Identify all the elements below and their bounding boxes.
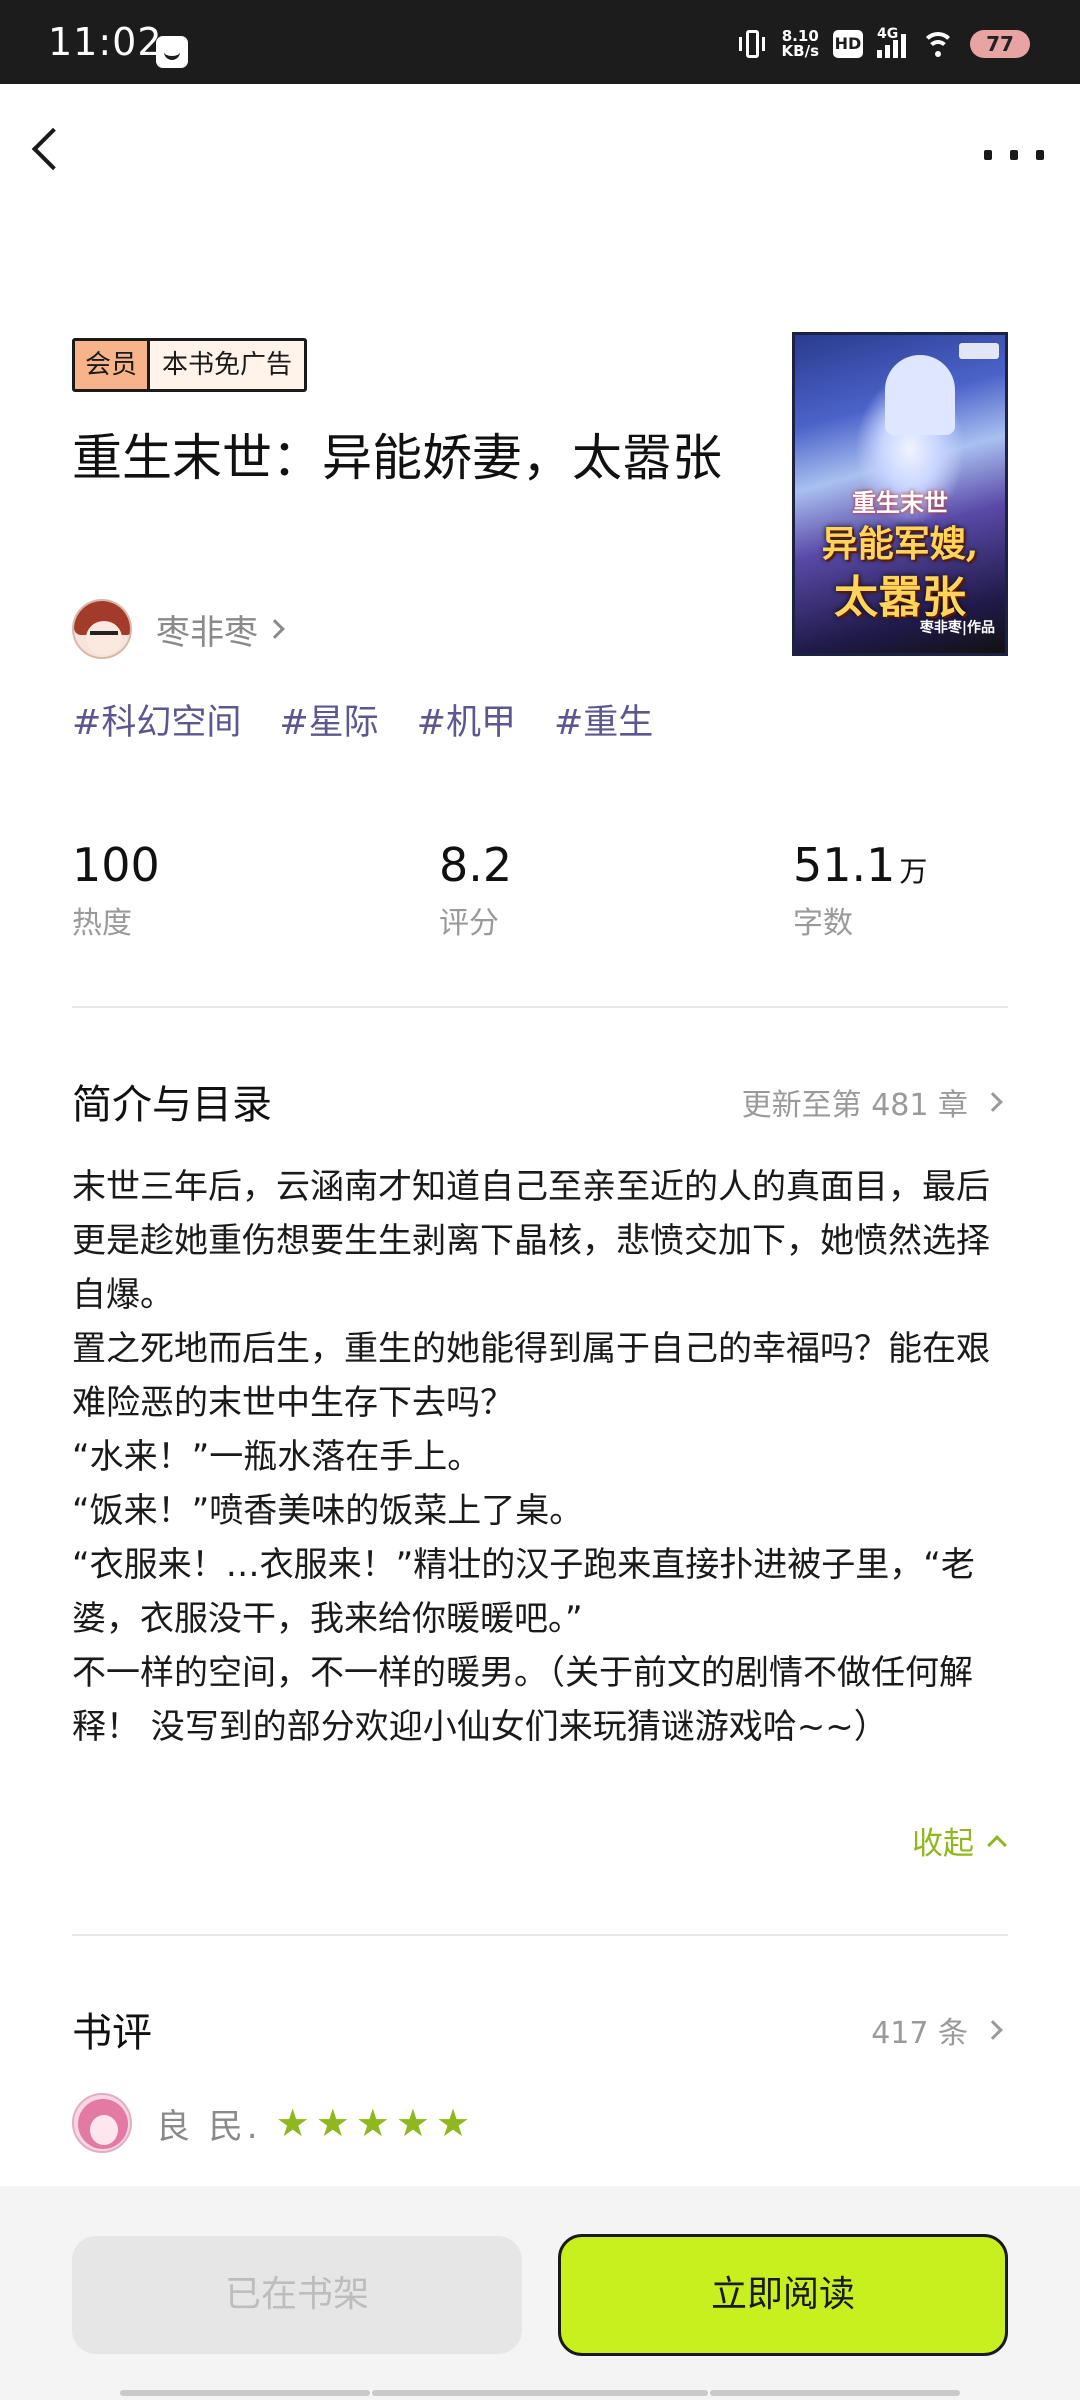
bottom-action-bar: 已在书架 立即阅读 xyxy=(0,2186,1080,2400)
more-options-icon[interactable] xyxy=(984,150,1044,162)
status-bar: 11:02 8.10 KB/s HD 4G 77 xyxy=(0,0,1080,84)
stat-label: 评分 xyxy=(439,906,499,941)
chevron-right-icon xyxy=(983,2020,1003,2040)
reviews-link[interactable]: 417 条 xyxy=(871,2008,1003,2052)
reviewer-avatar xyxy=(72,2093,132,2153)
book-title: 重生末世：异能娇妻，太嚣张 xyxy=(72,429,722,487)
synopsis-paragraph: “饭来！”喷香美味的饭菜上了桌。 xyxy=(72,1491,584,1531)
synopsis-paragraph: “水来！”一瓶水落在手上。 xyxy=(72,1437,482,1477)
intro-title: 简介与目录 xyxy=(72,1082,272,1128)
net-speed-unit: KB/s xyxy=(781,42,819,60)
rating-stars: ★ ★ ★ ★ ★ xyxy=(276,2104,470,2142)
wifi-icon xyxy=(920,30,956,58)
stat-word-count: 51.1 万 字数 xyxy=(793,838,927,942)
gesture-bar xyxy=(120,2390,370,2396)
battery-icon: 77 xyxy=(970,30,1030,58)
synopsis-paragraph: 置之死地而后生，重生的她能得到属于自己的幸福吗？能在艰难险恶的末世中生存下去吗？ xyxy=(72,1329,990,1423)
review-item[interactable]: 良 民. ★ ★ ★ ★ ★ xyxy=(72,2092,470,2154)
membership-badge: 会员 本书免广告 xyxy=(72,338,308,392)
badge-vip: 会员 xyxy=(75,341,151,389)
stat-value: 100 xyxy=(72,838,160,892)
synopsis-paragraph: “衣服来！…衣服来！”精壮的汉子跑来直接扑进被子里，“老婆，衣服没干，我来给你暖… xyxy=(72,1545,975,1639)
status-time: 11:02 xyxy=(48,20,163,64)
genre-tag[interactable]: #机甲 xyxy=(417,694,516,745)
genre-tag[interactable]: #星际 xyxy=(279,694,378,745)
signal-icon: 4G xyxy=(877,26,906,58)
cover-author: 枣非枣|作品 xyxy=(919,620,995,636)
genre-tags: #科幻空间 #星际 #机甲 #重生 xyxy=(72,694,653,745)
synopsis: 末世三年后，云涵南才知道自己至亲至近的人的真面目，最后更是趁她重伤想要生生剥离下… xyxy=(72,1160,1008,1754)
on-shelf-button[interactable]: 已在书架 xyxy=(72,2236,522,2354)
book-cover[interactable]: 重生末世 异能军嫂, 太嚣张 枣非枣|作品 xyxy=(792,332,1008,656)
reviews-title: 书评 xyxy=(72,2010,152,2056)
vibrate-icon xyxy=(736,28,768,60)
author-avatar xyxy=(72,599,132,659)
chapter-list-link[interactable]: 更新至第 481 章 xyxy=(741,1080,1003,1124)
cover-subtitle: 重生末世 xyxy=(852,488,948,517)
synopsis-paragraph: 末世三年后，云涵南才知道自己至亲至近的人的真面目，最后更是趁她重伤想要生生剥离下… xyxy=(72,1167,990,1315)
notification-icon xyxy=(156,36,188,68)
reviews-count: 417 条 xyxy=(871,2016,968,2051)
badge-ad-free: 本书免广告 xyxy=(150,341,305,389)
genre-tag[interactable]: #科幻空间 xyxy=(72,694,241,745)
reviewer-name: 良 民. xyxy=(156,2106,262,2147)
read-now-button[interactable]: 立即阅读 xyxy=(558,2234,1008,2356)
chevron-right-icon xyxy=(265,619,285,639)
genre-tag[interactable]: #重生 xyxy=(554,694,653,745)
stat-value: 51.1 xyxy=(793,838,896,892)
star-icon: ★ xyxy=(275,2101,310,2145)
back-icon[interactable] xyxy=(28,128,68,168)
cover-title-line1: 异能军嫂, xyxy=(821,523,979,565)
chevron-up-icon xyxy=(987,1834,1007,1855)
stat-label: 热度 xyxy=(72,906,132,941)
collapse-button[interactable]: 收起 xyxy=(912,1818,1007,1863)
star-icon: ★ xyxy=(435,2101,471,2145)
status-icons: 8.10 KB/s HD 4G 77 xyxy=(736,26,1030,62)
gesture-bar xyxy=(372,2390,708,2396)
book-stats: 100 热度 8.2 评分 51.1 万 字数 xyxy=(72,838,1008,948)
stat-unit: 万 xyxy=(899,855,928,888)
collapse-label: 收起 xyxy=(912,1826,974,1862)
star-icon: ★ xyxy=(355,2101,390,2145)
stat-label: 字数 xyxy=(793,906,853,941)
chevron-right-icon xyxy=(983,1092,1003,1112)
author-link[interactable]: 枣非枣 xyxy=(72,598,285,660)
divider xyxy=(72,1006,1008,1008)
author-name: 枣非枣 xyxy=(156,612,258,653)
synopsis-paragraph: 不一样的空间，不一样的暖男。（关于前文的剧情不做任何解释！ 没写到的部分欢迎小仙… xyxy=(72,1653,973,1747)
update-status: 更新至第 481 章 xyxy=(741,1088,968,1123)
stat-rating: 8.2 评分 xyxy=(439,838,516,942)
network-type: 4G xyxy=(877,26,899,42)
star-icon: ★ xyxy=(315,2101,350,2145)
gesture-bar xyxy=(710,2390,960,2396)
stat-popularity: 100 热度 xyxy=(72,838,164,942)
divider xyxy=(72,1934,1008,1936)
stat-value: 8.2 xyxy=(439,838,513,892)
publisher-logo xyxy=(959,343,999,359)
hd-icon: HD xyxy=(833,30,863,58)
net-speed: 8.10 KB/s xyxy=(782,29,819,59)
star-icon: ★ xyxy=(395,2101,430,2145)
cover-title-line2: 太嚣张 xyxy=(834,572,966,623)
